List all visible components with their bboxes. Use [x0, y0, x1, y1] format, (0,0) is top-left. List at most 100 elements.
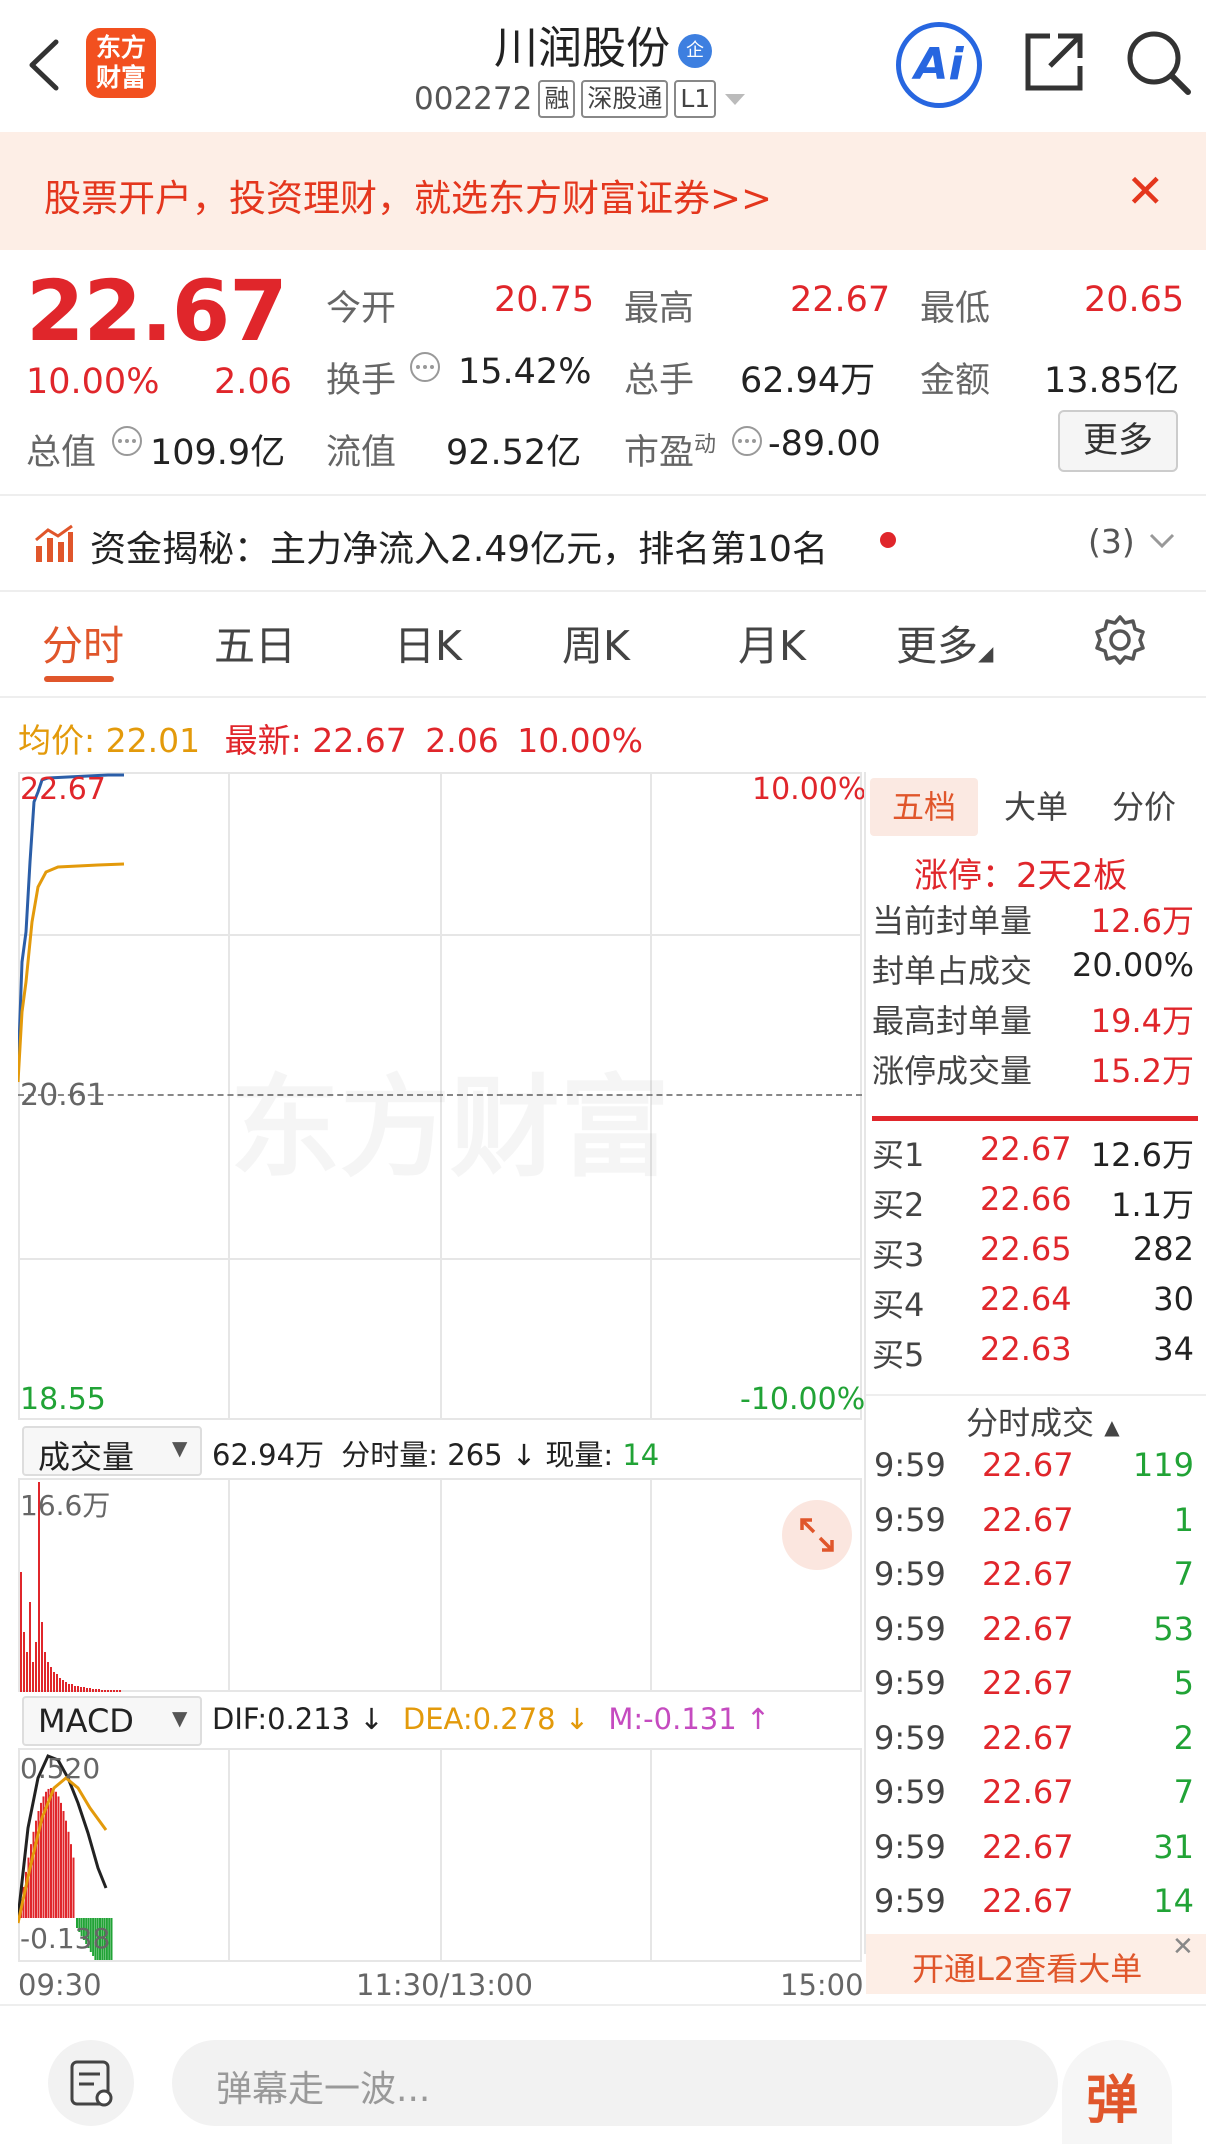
tab-more[interactable]: 更多◢: [896, 612, 993, 672]
danmu-icon: 弹: [1086, 2071, 1139, 2131]
volume-bar: [101, 1690, 103, 1692]
bid-price: 22.64: [980, 1280, 1072, 1318]
turnover-label: 换手: [326, 361, 397, 401]
market-cap-label: 总值: [26, 433, 97, 473]
volume-bar: [71, 1684, 73, 1692]
tick-row: 9:59 22.67 119: [874, 1446, 1200, 1496]
time-end: 15:00: [780, 1968, 864, 2002]
tab-intraday[interactable]: 分时: [42, 612, 124, 672]
open-label: 今开: [326, 289, 397, 329]
volume-bar: [32, 1662, 34, 1692]
stock-code-row[interactable]: 002272 融 深股通 L1: [414, 80, 748, 118]
tick-volume: 14: [1153, 1882, 1194, 1920]
close-icon[interactable]: ✕: [1126, 164, 1165, 218]
macd-selector[interactable]: MACD ▼: [22, 1696, 202, 1746]
promo-banner[interactable]: 股票开户，投资理财，就选东方财富证券>> ✕: [0, 132, 1206, 250]
volume-bar: [53, 1672, 55, 1692]
divider: [0, 494, 1206, 496]
bid-row[interactable]: 买2 22.66 1.1万: [872, 1180, 1198, 1230]
volume-bar: [104, 1690, 106, 1692]
sell-buy-divider: [872, 1116, 1198, 1121]
volume-bar: [65, 1682, 67, 1692]
macd-bar: [60, 1802, 62, 1918]
open-value: 20.75: [494, 280, 595, 320]
volume-label: 总手: [624, 361, 695, 401]
macd-bar: [70, 1844, 72, 1918]
ticks-title[interactable]: 分时成交 ▲: [966, 1398, 1120, 1444]
volume-bar: [86, 1688, 88, 1692]
danmu-input[interactable]: 弹幕走一波...: [172, 2040, 1058, 2126]
tag-margin: 融: [538, 80, 576, 118]
fund-flow-count: (3): [1088, 522, 1135, 561]
bid-row[interactable]: 买5 22.63 34: [872, 1330, 1198, 1380]
volume-bar: [113, 1690, 115, 1692]
pe-label: 市盈动: [624, 432, 717, 473]
volume-bar: [56, 1674, 58, 1692]
volume-selector[interactable]: 成交量 ▼: [22, 1426, 202, 1476]
ai-assistant-button[interactable]: Ai: [896, 22, 982, 108]
price-lines: [18, 773, 125, 1083]
bid-volume: 30: [1153, 1280, 1194, 1318]
macd-bar: [72, 1857, 75, 1918]
settings-gear-icon[interactable]: [1094, 614, 1146, 666]
info-dots-icon[interactable]: [730, 424, 764, 458]
volume-bar: [107, 1690, 109, 1692]
share-icon[interactable]: [1020, 28, 1088, 96]
y-axis-top: 22.67: [20, 772, 106, 807]
volume-bar: [74, 1686, 76, 1692]
expand-chart-button[interactable]: [782, 1500, 852, 1570]
panel-tab-price-dist[interactable]: 分价: [1094, 778, 1194, 836]
volume-bar: [98, 1689, 100, 1692]
panel-divider: [864, 772, 866, 1954]
tick-price: 22.67: [982, 1500, 1074, 1539]
tab-monthly-k[interactable]: 月K: [738, 612, 806, 672]
market-cap: 109.9亿: [150, 433, 286, 473]
tag-level: L1: [674, 80, 717, 118]
promo-text[interactable]: 股票开户，投资理财，就选东方财富证券>>: [44, 168, 772, 222]
bid-row[interactable]: 买1 22.67 12.6万: [872, 1130, 1198, 1180]
tick-time: 9:59: [874, 1664, 946, 1702]
amount-value: 13.85亿: [1044, 361, 1180, 401]
volume-bar: [41, 1622, 43, 1692]
volume-bar: [44, 1652, 46, 1692]
bid-volume: 34: [1153, 1330, 1194, 1368]
tab-weekly-k[interactable]: 周K: [562, 612, 630, 672]
last-price: 22.67: [26, 262, 288, 360]
y-axis-mid: 20.61: [20, 1078, 106, 1113]
chevron-down-icon: [1149, 533, 1175, 549]
tick-price: 22.67: [982, 1664, 1074, 1702]
search-icon[interactable]: [1124, 28, 1194, 98]
bid-price: 22.65: [980, 1230, 1072, 1268]
close-icon[interactable]: ✕: [1172, 1932, 1194, 1962]
tick-price: 22.67: [982, 1827, 1074, 1866]
bid-row[interactable]: 买4 22.64 30: [872, 1280, 1198, 1330]
l2-banner[interactable]: 开通L2查看大单 ✕: [866, 1932, 1206, 1994]
notes-button[interactable]: [48, 2040, 134, 2126]
info-dots-icon[interactable]: [408, 350, 442, 384]
info-dots-icon[interactable]: [110, 424, 144, 458]
pct-axis-bottom: -10.00%: [740, 1382, 866, 1417]
more-quote-button[interactable]: 更多: [1058, 410, 1178, 472]
avg-price-line: [18, 862, 125, 1083]
divider: [0, 2004, 1206, 2006]
panel-tab-big-orders[interactable]: 大单: [986, 778, 1086, 836]
bid-price: 22.66: [980, 1180, 1072, 1218]
stat-value: 15.2万: [1090, 1052, 1194, 1090]
tab-daily-k[interactable]: 日K: [394, 612, 462, 672]
change-percent: 10.00%: [26, 362, 160, 402]
caret-down-icon: ▼: [172, 1706, 188, 1730]
danmu-toggle-button[interactable]: 弹: [1062, 2040, 1172, 2144]
l2-banner-text: 开通L2查看大单: [912, 1950, 1143, 1988]
volume-bar: [26, 1652, 28, 1692]
divider: [0, 696, 1206, 698]
panel-tab-level5[interactable]: 五档: [870, 778, 978, 836]
bid-row[interactable]: 买3 22.65 282: [872, 1230, 1198, 1280]
tab-five-day[interactable]: 五日: [214, 612, 296, 672]
macd-bar: [57, 1796, 60, 1918]
volume-bar: [80, 1687, 82, 1692]
tick-volume: 119: [1132, 1446, 1194, 1484]
tick-time: 9:59: [874, 1446, 946, 1484]
macd-bar: [65, 1820, 67, 1918]
volume-bar: [47, 1662, 49, 1692]
stock-code: 002272: [414, 81, 533, 117]
